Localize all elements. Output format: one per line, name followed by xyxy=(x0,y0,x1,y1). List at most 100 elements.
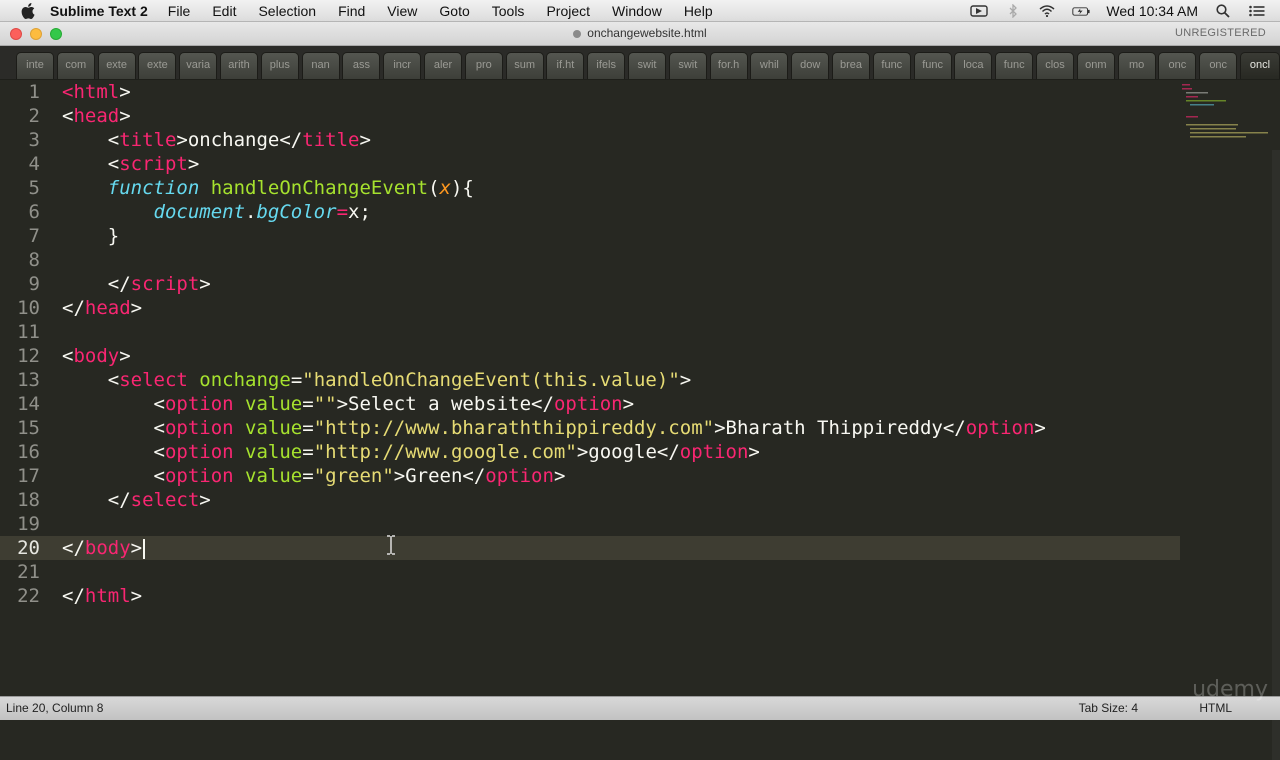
code-token: "handleOnChangeEvent(this.value)" xyxy=(302,369,680,391)
line-number: 1 xyxy=(28,81,40,103)
menu-goto[interactable]: Goto xyxy=(439,3,469,19)
tab[interactable]: aler xyxy=(424,52,462,79)
tab[interactable]: func xyxy=(872,52,911,79)
menu-file[interactable]: File xyxy=(168,3,191,19)
tab[interactable]: ifels xyxy=(587,52,626,79)
code-line[interactable]: <option value="http://www.google.com">go… xyxy=(62,440,760,464)
code-token: select xyxy=(130,489,200,511)
menu-help[interactable]: Help xyxy=(684,3,713,19)
camera-icon[interactable] xyxy=(970,4,989,18)
tab[interactable]: func xyxy=(995,52,1034,79)
editor-area[interactable]: 1 2 3 4 5 6 7 8 9 10 11 12 13 14 15 16 17 18 19 20 21 22 <htm… xyxy=(0,80,1280,760)
code-line[interactable]: <title>onchange</title> xyxy=(62,128,371,152)
tab[interactable]: inte xyxy=(16,52,54,79)
bluetooth-icon[interactable] xyxy=(1004,4,1022,18)
menu-view[interactable]: View xyxy=(387,3,417,19)
code-line[interactable]: <html> xyxy=(62,80,131,104)
tab[interactable]: plus xyxy=(260,52,299,79)
mouse-ibeam-icon xyxy=(386,535,396,555)
code-line[interactable]: </body> xyxy=(62,536,146,560)
status-bar: Line 20, Column 8 Tab Size: 4 HTML udemy xyxy=(0,677,1280,720)
code-line[interactable]: <option value="green">Green</option> xyxy=(62,464,566,488)
code-token: "green" xyxy=(313,465,394,487)
line-number: 13 xyxy=(17,369,40,391)
tab[interactable]: mo xyxy=(1117,52,1156,79)
code-token: . xyxy=(245,201,257,223)
tab[interactable]: ass xyxy=(342,52,381,79)
code-line[interactable]: <select onchange="handleOnChangeEvent(th… xyxy=(62,368,691,392)
tab[interactable]: sum xyxy=(505,52,544,79)
code-token: bgColor xyxy=(256,201,337,223)
tab-active[interactable]: oncl xyxy=(1240,52,1280,79)
code-line[interactable]: <option value="http://www.bharaththippir… xyxy=(62,416,1046,440)
code-line[interactable]: </head> xyxy=(62,296,142,320)
tab-size-selector[interactable]: Tab Size: 4 xyxy=(1079,701,1138,715)
tab[interactable]: pro xyxy=(464,52,503,79)
menu-project[interactable]: Project xyxy=(546,3,590,19)
menu-window[interactable]: Window xyxy=(612,3,662,19)
line-number: 7 xyxy=(28,225,40,247)
tab[interactable]: if.ht xyxy=(546,52,585,79)
tab[interactable]: exte xyxy=(138,52,177,79)
tab[interactable]: onc xyxy=(1158,52,1197,79)
tab[interactable]: arith xyxy=(220,52,258,79)
tab[interactable]: nan xyxy=(301,52,340,79)
tab[interactable]: swit xyxy=(668,52,707,79)
tab[interactable]: clos xyxy=(1036,52,1074,79)
menu-edit[interactable]: Edit xyxy=(212,3,236,19)
code-line[interactable]: <head> xyxy=(62,104,131,128)
minimap[interactable] xyxy=(1180,82,1270,142)
code-line[interactable]: <option value="">Select a website</optio… xyxy=(62,392,635,416)
menu-app-name[interactable]: Sublime Text 2 xyxy=(50,3,148,19)
code-line[interactable]: } xyxy=(62,224,119,248)
tab[interactable]: loca xyxy=(954,52,993,79)
tab[interactable]: onc xyxy=(1199,52,1238,79)
line-number: 6 xyxy=(28,201,40,223)
apple-icon[interactable] xyxy=(20,2,36,19)
tab[interactable]: for.h xyxy=(709,52,748,79)
unregistered-label: UNREGISTERED xyxy=(1175,27,1266,39)
line-number: 11 xyxy=(17,321,40,343)
list-icon[interactable] xyxy=(1248,4,1266,18)
tab[interactable]: com xyxy=(56,52,95,79)
battery-icon[interactable] xyxy=(1072,4,1091,18)
tab[interactable]: func xyxy=(913,52,952,79)
menu-tools[interactable]: Tools xyxy=(492,3,525,19)
code-token: >Select a website</ xyxy=(336,393,554,415)
menu-find[interactable]: Find xyxy=(338,3,365,19)
vertical-scrollbar[interactable] xyxy=(1272,150,1280,760)
line-number: 5 xyxy=(28,177,40,199)
code-line[interactable]: </select> xyxy=(62,488,211,512)
code-line[interactable]: function handleOnChangeEvent(x){ xyxy=(62,176,474,200)
code-line[interactable]: </script> xyxy=(62,272,211,296)
tab[interactable]: incr xyxy=(383,52,422,79)
wifi-icon[interactable] xyxy=(1038,4,1056,18)
code-line[interactable]: <body> xyxy=(62,344,131,368)
code-token: value xyxy=(245,441,303,463)
code-token: </ xyxy=(62,489,131,511)
code-line[interactable]: document.bgColor=x; xyxy=(62,200,371,224)
tab[interactable]: exte xyxy=(97,52,136,79)
tab[interactable]: varia xyxy=(179,52,218,79)
tab[interactable]: onm xyxy=(1076,52,1115,79)
code-token: script xyxy=(119,153,188,175)
code-line[interactable]: <script> xyxy=(62,152,200,176)
tab-strip: inte com exte exte varia arith plus nan ass incr a… xyxy=(0,46,1280,80)
code-line[interactable]: </html> xyxy=(62,584,142,608)
tab[interactable]: whil xyxy=(750,52,789,79)
code-token: option xyxy=(164,441,234,463)
syntax-selector[interactable]: HTML xyxy=(1199,701,1232,715)
tab[interactable]: dow xyxy=(791,52,830,79)
menu-selection[interactable]: Selection xyxy=(258,3,316,19)
menu-clock[interactable]: Wed 10:34 AM xyxy=(1106,3,1198,19)
tab[interactable]: brea xyxy=(832,52,870,79)
spotlight-icon[interactable] xyxy=(1214,4,1232,18)
code-token: </ xyxy=(62,273,131,295)
line-number: 16 xyxy=(17,441,40,463)
code-token: > xyxy=(199,273,211,295)
tab[interactable]: swit xyxy=(628,52,666,79)
